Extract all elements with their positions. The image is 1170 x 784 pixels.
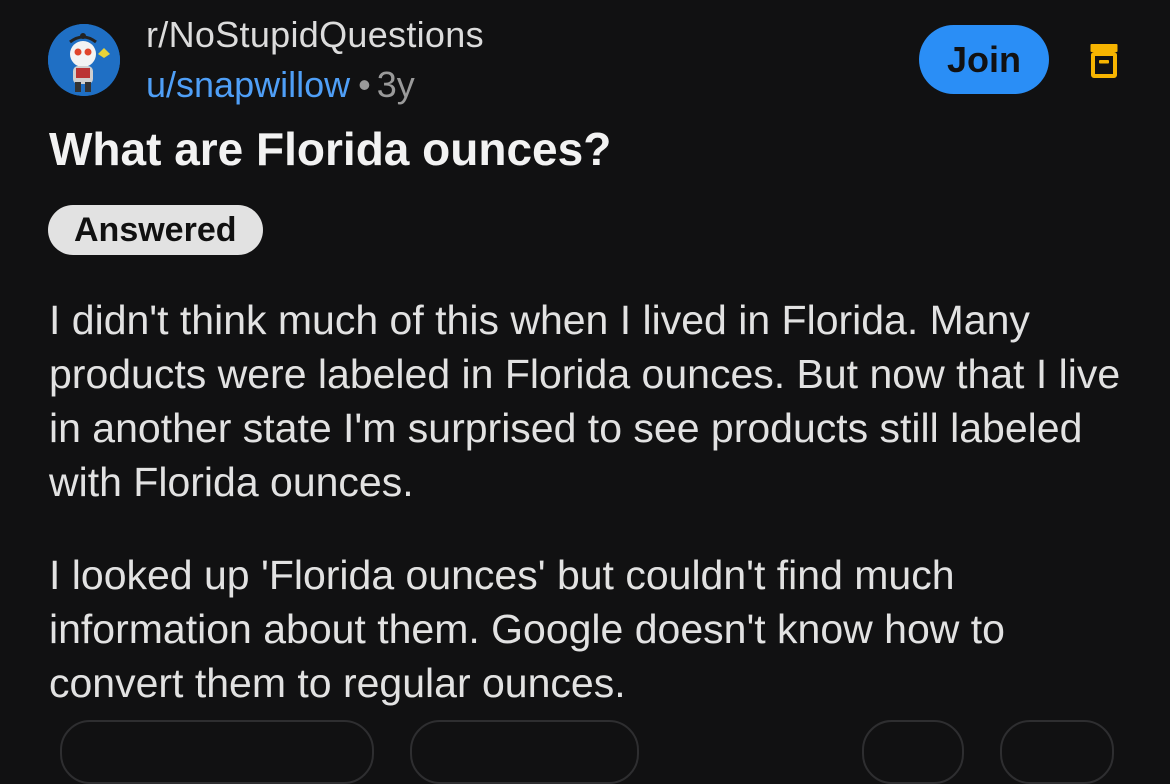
subreddit-avatar[interactable] [48,24,120,96]
separator-dot: • [358,64,371,105]
join-button[interactable]: Join [919,25,1049,94]
subreddit-name[interactable]: r/NoStupidQuestions [146,14,484,56]
post-meta: u/snapwillow • 3y [146,64,415,106]
vote-pill[interactable] [60,720,374,784]
paragraph-text: I didn't think much of this when I lived… [49,297,1121,505]
flair-badge[interactable]: Answered [48,205,263,255]
comments-pill[interactable] [410,720,639,784]
paragraph-text: I looked up 'Florida ounces' but couldn'… [49,552,1005,706]
share-pill[interactable] [1000,720,1114,784]
post-body-paragraph: I looked up 'Florida ounces' but couldn'… [49,548,1149,710]
post-title: What are Florida ounces? [49,123,612,175]
archive-box-icon[interactable] [1089,42,1119,78]
post-body-paragraph: I didn't think much of this when I lived… [49,293,1149,509]
snoo-icon [48,24,120,96]
author-link[interactable]: u/snapwillow [146,64,350,105]
post-age: 3y [376,64,415,105]
award-pill[interactable] [862,720,964,784]
